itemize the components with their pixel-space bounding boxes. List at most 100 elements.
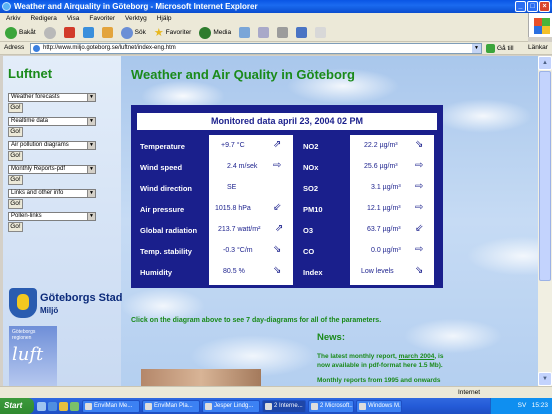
back-button[interactable]: Bakåt (3, 25, 38, 40)
scroll-thumb[interactable] (539, 71, 551, 281)
data-row-global-radiation: Global radiation 213.7 watt/m² ⇗ O3 63.7… (140, 223, 424, 236)
taskbar: Start EnviMan Me... EnviMan Pla... Jespe… (0, 398, 552, 414)
media-player-icon[interactable] (70, 401, 79, 411)
menu-favoriter[interactable]: Favoriter (89, 13, 115, 24)
menu-bar: Arkiv Redigera Visa Favoriter Verktyg Hj… (0, 13, 552, 24)
search-button[interactable]: Sök (119, 25, 148, 40)
go-button-4[interactable]: Go! (8, 175, 23, 185)
stop-button[interactable] (62, 25, 77, 40)
trend-flat-icon: ⇨ (415, 244, 424, 255)
task-microsoft[interactable]: 2 Microsoft... (308, 399, 354, 413)
discuss-button[interactable] (313, 25, 328, 40)
print-button[interactable] (275, 25, 290, 40)
close-button[interactable]: × (539, 1, 550, 12)
trend-flat-icon: ⇨ (273, 160, 282, 171)
minimize-button[interactable]: _ (515, 1, 526, 12)
links-button[interactable]: Länkar (528, 44, 548, 51)
menu-visa[interactable]: Visa (67, 13, 80, 24)
address-url: http://www.miljo.goteborg.se/luftnet/ind… (43, 45, 176, 51)
browser-window: Weather and Airquality in Göteborg - Mic… (0, 0, 552, 414)
chevron-down-icon: ▼ (87, 213, 95, 220)
trend-down-icon: ⇘ (273, 265, 282, 276)
task-windows-m[interactable]: Windows M... (356, 399, 402, 413)
task-enviman-2[interactable]: EnviMan Pla... (142, 399, 200, 413)
back-arrow-icon (5, 26, 17, 39)
page-content: Luftnet Weather forecasts ▼ Go! Realtime … (3, 56, 538, 386)
trend-flat-icon: ⇨ (415, 181, 424, 192)
news-text: The latest monthly report, march 2004, i… (317, 353, 444, 369)
print-icon (277, 27, 289, 38)
clock[interactable]: 15:23 (532, 402, 548, 409)
address-input[interactable]: http://www.miljo.goteborg.se/luftnet/ind… (30, 43, 482, 54)
toolbar: Bakåt Sök ★ Favoriter Media (0, 24, 528, 42)
scroll-down-icon[interactable]: ▼ (538, 372, 552, 386)
go-button-1[interactable]: Go! (8, 103, 23, 113)
select-air-pollution-diagrams[interactable]: Air pollution diagrams ▼ (8, 141, 96, 150)
go-button-2[interactable]: Go! (8, 127, 23, 137)
system-tray: SV 15:23 (490, 398, 552, 414)
trend-down-icon: ⇘ (273, 244, 282, 255)
scroll-up-icon[interactable]: ▲ (538, 56, 552, 70)
ie-quicklaunch-icon[interactable] (48, 401, 57, 411)
status-bar: Internet (0, 386, 552, 398)
trend-up-icon: ⇗ (275, 223, 284, 234)
go-arrow-icon (486, 44, 495, 53)
chevron-down-icon: ▼ (87, 166, 95, 173)
media-button[interactable]: Media (197, 25, 233, 40)
chevron-down-icon: ▼ (87, 94, 95, 101)
show-desktop-icon[interactable] (37, 401, 46, 411)
outlook-icon[interactable] (59, 401, 68, 411)
go-button-6[interactable]: Go! (8, 222, 23, 232)
vertical-scrollbar[interactable]: ▲ ▼ (538, 56, 552, 386)
trend-down-icon: ⇘ (415, 265, 424, 276)
start-button[interactable]: Start (0, 398, 34, 414)
monthly-report-link[interactable]: march 2004 (399, 353, 435, 360)
sidebar-title: Luftnet (8, 66, 53, 81)
go-button-3[interactable]: Go! (8, 151, 23, 161)
favorites-button[interactable]: ★ Favoriter (152, 25, 194, 40)
data-row-temperature: Temperature +9.7 °C ⇗ NO2 22.2 µg/m³ ⇘ (140, 139, 424, 152)
select-realtime-data[interactable]: Realtime data ▼ (8, 117, 96, 126)
home-button[interactable] (100, 25, 115, 40)
task-internet-explorer[interactable]: 2 Interne... (262, 399, 306, 413)
select-pollen-links[interactable]: Pollen-links ▼ (8, 212, 96, 221)
chevron-down-icon: ▼ (87, 142, 95, 149)
menu-hjalp[interactable]: Hjälp (157, 13, 172, 24)
menu-arkiv[interactable]: Arkiv (6, 13, 20, 24)
select-weather-forecasts[interactable]: Weather forecasts ▼ (8, 93, 96, 102)
language-indicator[interactable]: SV (518, 402, 527, 409)
trend-flat-icon: ⇨ (415, 202, 424, 213)
monitored-data-panel[interactable]: Monitored data april 23, 2004 02 PM Temp… (131, 105, 443, 288)
lion-crest-icon (9, 288, 37, 318)
maximize-button[interactable]: □ (527, 1, 538, 12)
trend-down-icon: ⇙ (415, 223, 424, 234)
go-button[interactable]: Gå till (486, 44, 514, 53)
news-heading: News: (317, 332, 345, 343)
page-icon (33, 45, 40, 52)
history-button[interactable] (237, 25, 252, 40)
menu-verktyg[interactable]: Verktyg (125, 13, 147, 24)
news-text-more: Monthly reports from 1995 and onwards (317, 377, 441, 384)
mail-button[interactable] (256, 25, 271, 40)
trend-flat-icon: ⇨ (415, 160, 424, 171)
address-label: Adress (4, 44, 25, 51)
task-enviman-1[interactable]: EnviMan Me... (82, 399, 140, 413)
trend-down-icon: ⇙ (273, 202, 282, 213)
home-icon (101, 27, 113, 38)
menu-redigera[interactable]: Redigera (30, 13, 56, 24)
task-jesper[interactable]: Jesper Lindg... (202, 399, 260, 413)
go-button-5[interactable]: Go! (8, 199, 23, 209)
address-dropdown-icon[interactable]: ▼ (472, 44, 481, 53)
edit-icon (296, 27, 308, 38)
luft-logo[interactable]: Göteborgs regionen luft (9, 326, 57, 386)
refresh-button[interactable] (81, 25, 96, 40)
select-links-info[interactable]: Links and other info ▼ (8, 189, 96, 198)
select-monthly-reports[interactable]: Monthly Reports-pdf ▼ (8, 165, 96, 174)
quick-launch (34, 401, 82, 411)
media-icon (199, 26, 212, 39)
edit-button[interactable] (294, 25, 309, 40)
stop-icon (63, 27, 75, 38)
forward-button[interactable] (42, 25, 58, 40)
goteborgs-stad-logo[interactable]: Göteborgs Stad Miljö (9, 288, 129, 320)
chevron-down-icon: ▼ (87, 118, 95, 125)
